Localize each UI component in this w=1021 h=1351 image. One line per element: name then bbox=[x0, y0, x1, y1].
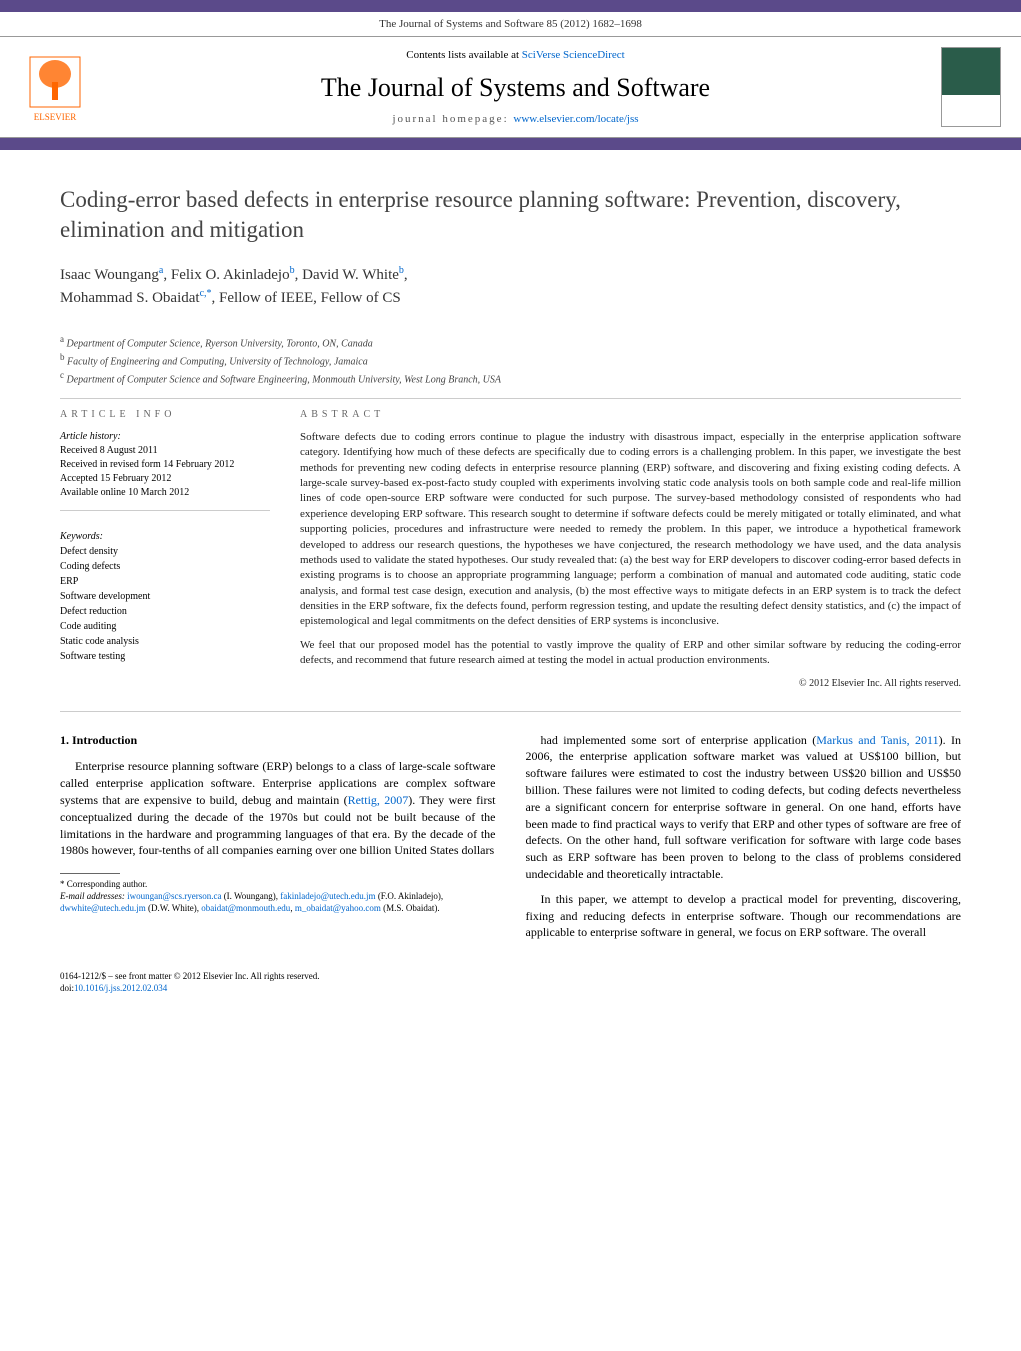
email-link[interactable]: fakinladejo@utech.edu.jm bbox=[280, 891, 375, 901]
keywords-label: Keywords: bbox=[60, 529, 270, 544]
elsevier-tree-icon bbox=[25, 52, 85, 112]
section-heading-intro: 1. Introduction bbox=[60, 732, 496, 749]
keyword: Coding defects bbox=[60, 559, 270, 574]
sciencedirect-link[interactable]: SciVerse ScienceDirect bbox=[522, 49, 625, 61]
keyword: Static code analysis bbox=[60, 634, 270, 649]
keywords-block: Keywords: Defect density Coding defects … bbox=[60, 529, 270, 664]
history-line: Accepted 15 February 2012 bbox=[60, 472, 270, 486]
email-link[interactable]: obaidat@monmouth.edu bbox=[201, 903, 290, 913]
author-4: Mohammad S. Obaidatc,*, Fellow of IEEE, … bbox=[60, 290, 401, 306]
abstract-heading: abstract bbox=[300, 409, 961, 420]
keyword: Defect density bbox=[60, 544, 270, 559]
top-accent-bar bbox=[0, 0, 1021, 12]
footnote-separator bbox=[60, 873, 120, 874]
abstract-p2: We feel that our proposed model has the … bbox=[300, 638, 961, 669]
affiliation-c: c Department of Computer Science and Sof… bbox=[60, 369, 961, 387]
citation[interactable]: Markus and Tanis, 2011 bbox=[816, 733, 938, 747]
author-1: Isaac Wounganga bbox=[60, 267, 163, 283]
abstract-p1: Software defects due to coding errors co… bbox=[300, 430, 961, 630]
affiliations: a Department of Computer Science, Ryerso… bbox=[0, 325, 1021, 398]
banner-center: Contents lists available at SciVerse Sci… bbox=[110, 49, 921, 125]
affiliation-b: b Faculty of Engineering and Computing, … bbox=[60, 351, 961, 369]
author-list: Isaac Wounganga, Felix O. Akinladejob, D… bbox=[60, 263, 961, 310]
doi-line: doi:10.1016/j.jss.2012.02.034 bbox=[60, 983, 961, 995]
author-2: Felix O. Akinladejob bbox=[171, 267, 295, 283]
copyright-footer: 0164-1212/$ – see front matter © 2012 El… bbox=[60, 971, 961, 983]
doi-link[interactable]: 10.1016/j.jss.2012.02.034 bbox=[74, 983, 167, 993]
body-section: 1. Introduction Enterprise resource plan… bbox=[60, 711, 961, 960]
body-p3: In this paper, we attempt to develop a p… bbox=[526, 891, 962, 941]
journal-cover-thumbnail bbox=[941, 47, 1001, 127]
journal-name: The Journal of Systems and Software bbox=[110, 73, 921, 103]
email-link[interactable]: dwwhite@utech.edu.jm bbox=[60, 903, 146, 913]
bottom-accent-bar bbox=[0, 138, 1021, 150]
article-info-column: article info Article history: Received 8… bbox=[60, 409, 270, 691]
body-p1: Enterprise resource planning software (E… bbox=[60, 758, 496, 859]
email-addresses: E-mail addresses: iwoungan@scs.ryerson.c… bbox=[60, 891, 496, 914]
keyword: Code auditing bbox=[60, 619, 270, 634]
author-3: David W. Whiteb bbox=[302, 267, 404, 283]
title-block: Coding-error based defects in enterprise… bbox=[0, 150, 1021, 325]
keyword: Defect reduction bbox=[60, 604, 270, 619]
keyword: Software testing bbox=[60, 649, 270, 664]
keyword: Software development bbox=[60, 589, 270, 604]
abstract-column: abstract Software defects due to coding … bbox=[300, 409, 961, 691]
footnotes: * Corresponding author. E-mail addresses… bbox=[60, 879, 496, 914]
body-columns: 1. Introduction Enterprise resource plan… bbox=[60, 732, 961, 950]
publisher-label: ELSEVIER bbox=[34, 112, 77, 122]
contents-available-line: Contents lists available at SciVerse Sci… bbox=[110, 49, 921, 61]
abstract-copyright: © 2012 Elsevier Inc. All rights reserved… bbox=[300, 677, 961, 691]
history-line: Received 8 August 2011 bbox=[60, 444, 270, 458]
elsevier-logo: ELSEVIER bbox=[20, 47, 90, 127]
history-label: Article history: bbox=[60, 430, 270, 444]
email-link[interactable]: iwoungan@scs.ryerson.ca bbox=[127, 891, 221, 901]
history-line: Available online 10 March 2012 bbox=[60, 486, 270, 500]
article-history: Article history: Received 8 August 2011 … bbox=[60, 430, 270, 511]
email-link[interactable]: m_obaidat@yahoo.com bbox=[295, 903, 381, 913]
article-title: Coding-error based defects in enterprise… bbox=[60, 185, 961, 245]
article-info-heading: article info bbox=[60, 409, 270, 420]
keyword: ERP bbox=[60, 574, 270, 589]
corresponding-author-note: * Corresponding author. bbox=[60, 879, 496, 891]
journal-banner: ELSEVIER Contents lists available at Sci… bbox=[0, 36, 1021, 138]
body-p2: had implemented some sort of enterprise … bbox=[526, 732, 962, 883]
journal-reference: The Journal of Systems and Software 85 (… bbox=[0, 12, 1021, 36]
info-abstract-row: article info Article history: Received 8… bbox=[60, 398, 961, 711]
journal-homepage-link[interactable]: www.elsevier.com/locate/jss bbox=[513, 113, 638, 125]
footer-block: 0164-1212/$ – see front matter © 2012 El… bbox=[0, 959, 1021, 1014]
affiliation-a: a Department of Computer Science, Ryerso… bbox=[60, 333, 961, 351]
citation[interactable]: Rettig, 2007 bbox=[348, 793, 409, 807]
homepage-line: journal homepage: www.elsevier.com/locat… bbox=[110, 113, 921, 125]
history-line: Received in revised form 14 February 201… bbox=[60, 458, 270, 472]
abstract-text: Software defects due to coding errors co… bbox=[300, 430, 961, 691]
